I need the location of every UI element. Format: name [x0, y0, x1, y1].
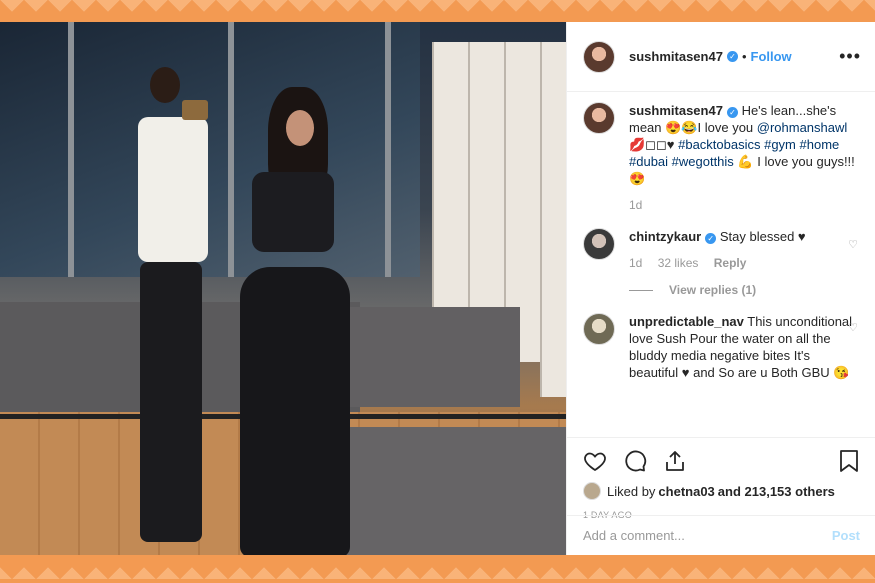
post-photo[interactable]: [0, 22, 566, 555]
avatar[interactable]: [583, 313, 615, 345]
avatar[interactable]: [583, 40, 615, 73]
person-face: [286, 110, 314, 146]
action-icons: [583, 446, 860, 476]
post-comment-button[interactable]: Post: [832, 528, 860, 543]
caption-meta: 1d: [629, 197, 859, 214]
window-view: [0, 22, 420, 277]
comment-body: chintzykaur ✓ Stay blessed ♥ 1d 32 likes …: [629, 228, 859, 299]
replies-line: [629, 290, 653, 291]
decorative-bottom-border: [0, 555, 875, 583]
like-comment-heart-icon[interactable]: ♡: [848, 321, 858, 334]
comment-body: unpredictable_nav This unconditional lov…: [629, 313, 859, 381]
liker-username[interactable]: chetna03: [658, 484, 714, 499]
verified-badge-icon: ✓: [726, 51, 738, 62]
likes-line: Liked by chetna03 and 213,153 others: [583, 482, 860, 500]
phone: [182, 100, 208, 120]
person-leggings: [240, 267, 350, 555]
instagram-post: sushmitasen47 ✓ • Follow ••• sushmitasen…: [0, 22, 875, 555]
person-pants: [140, 262, 202, 542]
comment-item: chintzykaur ✓ Stay blessed ♥ 1d 32 likes …: [583, 228, 860, 299]
comments-list[interactable]: sushmitasen47 ✓ He's lean...she's mean 😍😂…: [567, 102, 875, 437]
like-heart-icon[interactable]: [583, 449, 607, 473]
verified-badge-icon: ✓: [705, 233, 717, 244]
post-sidebar: sushmitasen47 ✓ • Follow ••• sushmitasen…: [566, 22, 875, 555]
avatar[interactable]: [583, 102, 615, 134]
caption-text: 💋◻◻♥: [629, 137, 679, 152]
comment-input[interactable]: [583, 528, 832, 543]
share-icon[interactable]: [663, 449, 687, 473]
comment-time[interactable]: 1d: [629, 256, 642, 270]
view-replies-label: View replies (1): [669, 283, 757, 297]
comment-likes[interactable]: 32 likes: [658, 256, 699, 270]
caption-time[interactable]: 1d: [629, 198, 642, 212]
bookmark-icon[interactable]: [838, 449, 860, 473]
comment-text: Stay blessed ♥: [719, 229, 806, 244]
person-top: [252, 172, 334, 252]
partition-panel: [540, 42, 566, 397]
liker-avatar[interactable]: [583, 482, 601, 500]
person-head: [150, 67, 180, 103]
follow-button[interactable]: Follow: [751, 49, 792, 64]
person-shirt: [138, 117, 208, 262]
caption-mention[interactable]: @rohmanshawl: [757, 120, 848, 135]
more-options-icon[interactable]: •••: [839, 46, 861, 67]
caption-username[interactable]: sushmitasen47: [629, 103, 723, 118]
caption-body: sushmitasen47 ✓ He's lean...she's mean 😍😂…: [629, 102, 859, 214]
separator-dot: •: [741, 49, 747, 64]
post-username[interactable]: sushmitasen47: [629, 49, 723, 64]
view-replies-button[interactable]: View replies (1): [629, 282, 859, 299]
comment-item: unpredictable_nav This unconditional lov…: [583, 313, 860, 381]
likes-prefix: Liked by: [607, 483, 656, 499]
avatar[interactable]: [583, 228, 615, 260]
verified-badge-icon: ✓: [726, 107, 738, 118]
partition-panel: [432, 42, 468, 312]
window-frame: [68, 22, 74, 277]
add-comment-bar: Post: [567, 515, 875, 555]
like-comment-heart-icon[interactable]: ♡: [848, 238, 858, 251]
likes-count[interactable]: and 213,153 others: [718, 484, 835, 499]
comment-username[interactable]: chintzykaur: [629, 229, 701, 244]
window-frame: [228, 22, 234, 277]
decorative-top-border: [0, 0, 875, 24]
caption: sushmitasen47 ✓ He's lean...she's mean 😍😂…: [583, 102, 860, 214]
post-header: sushmitasen47 ✓ • Follow •••: [567, 22, 875, 92]
comment-meta: 1d 32 likes Reply: [629, 255, 859, 272]
comment-bubble-icon[interactable]: [623, 449, 647, 473]
partition-panel: [468, 42, 504, 332]
comment-username[interactable]: unpredictable_nav: [629, 314, 744, 329]
reply-button[interactable]: Reply: [714, 256, 747, 270]
window-frame: [385, 22, 391, 277]
